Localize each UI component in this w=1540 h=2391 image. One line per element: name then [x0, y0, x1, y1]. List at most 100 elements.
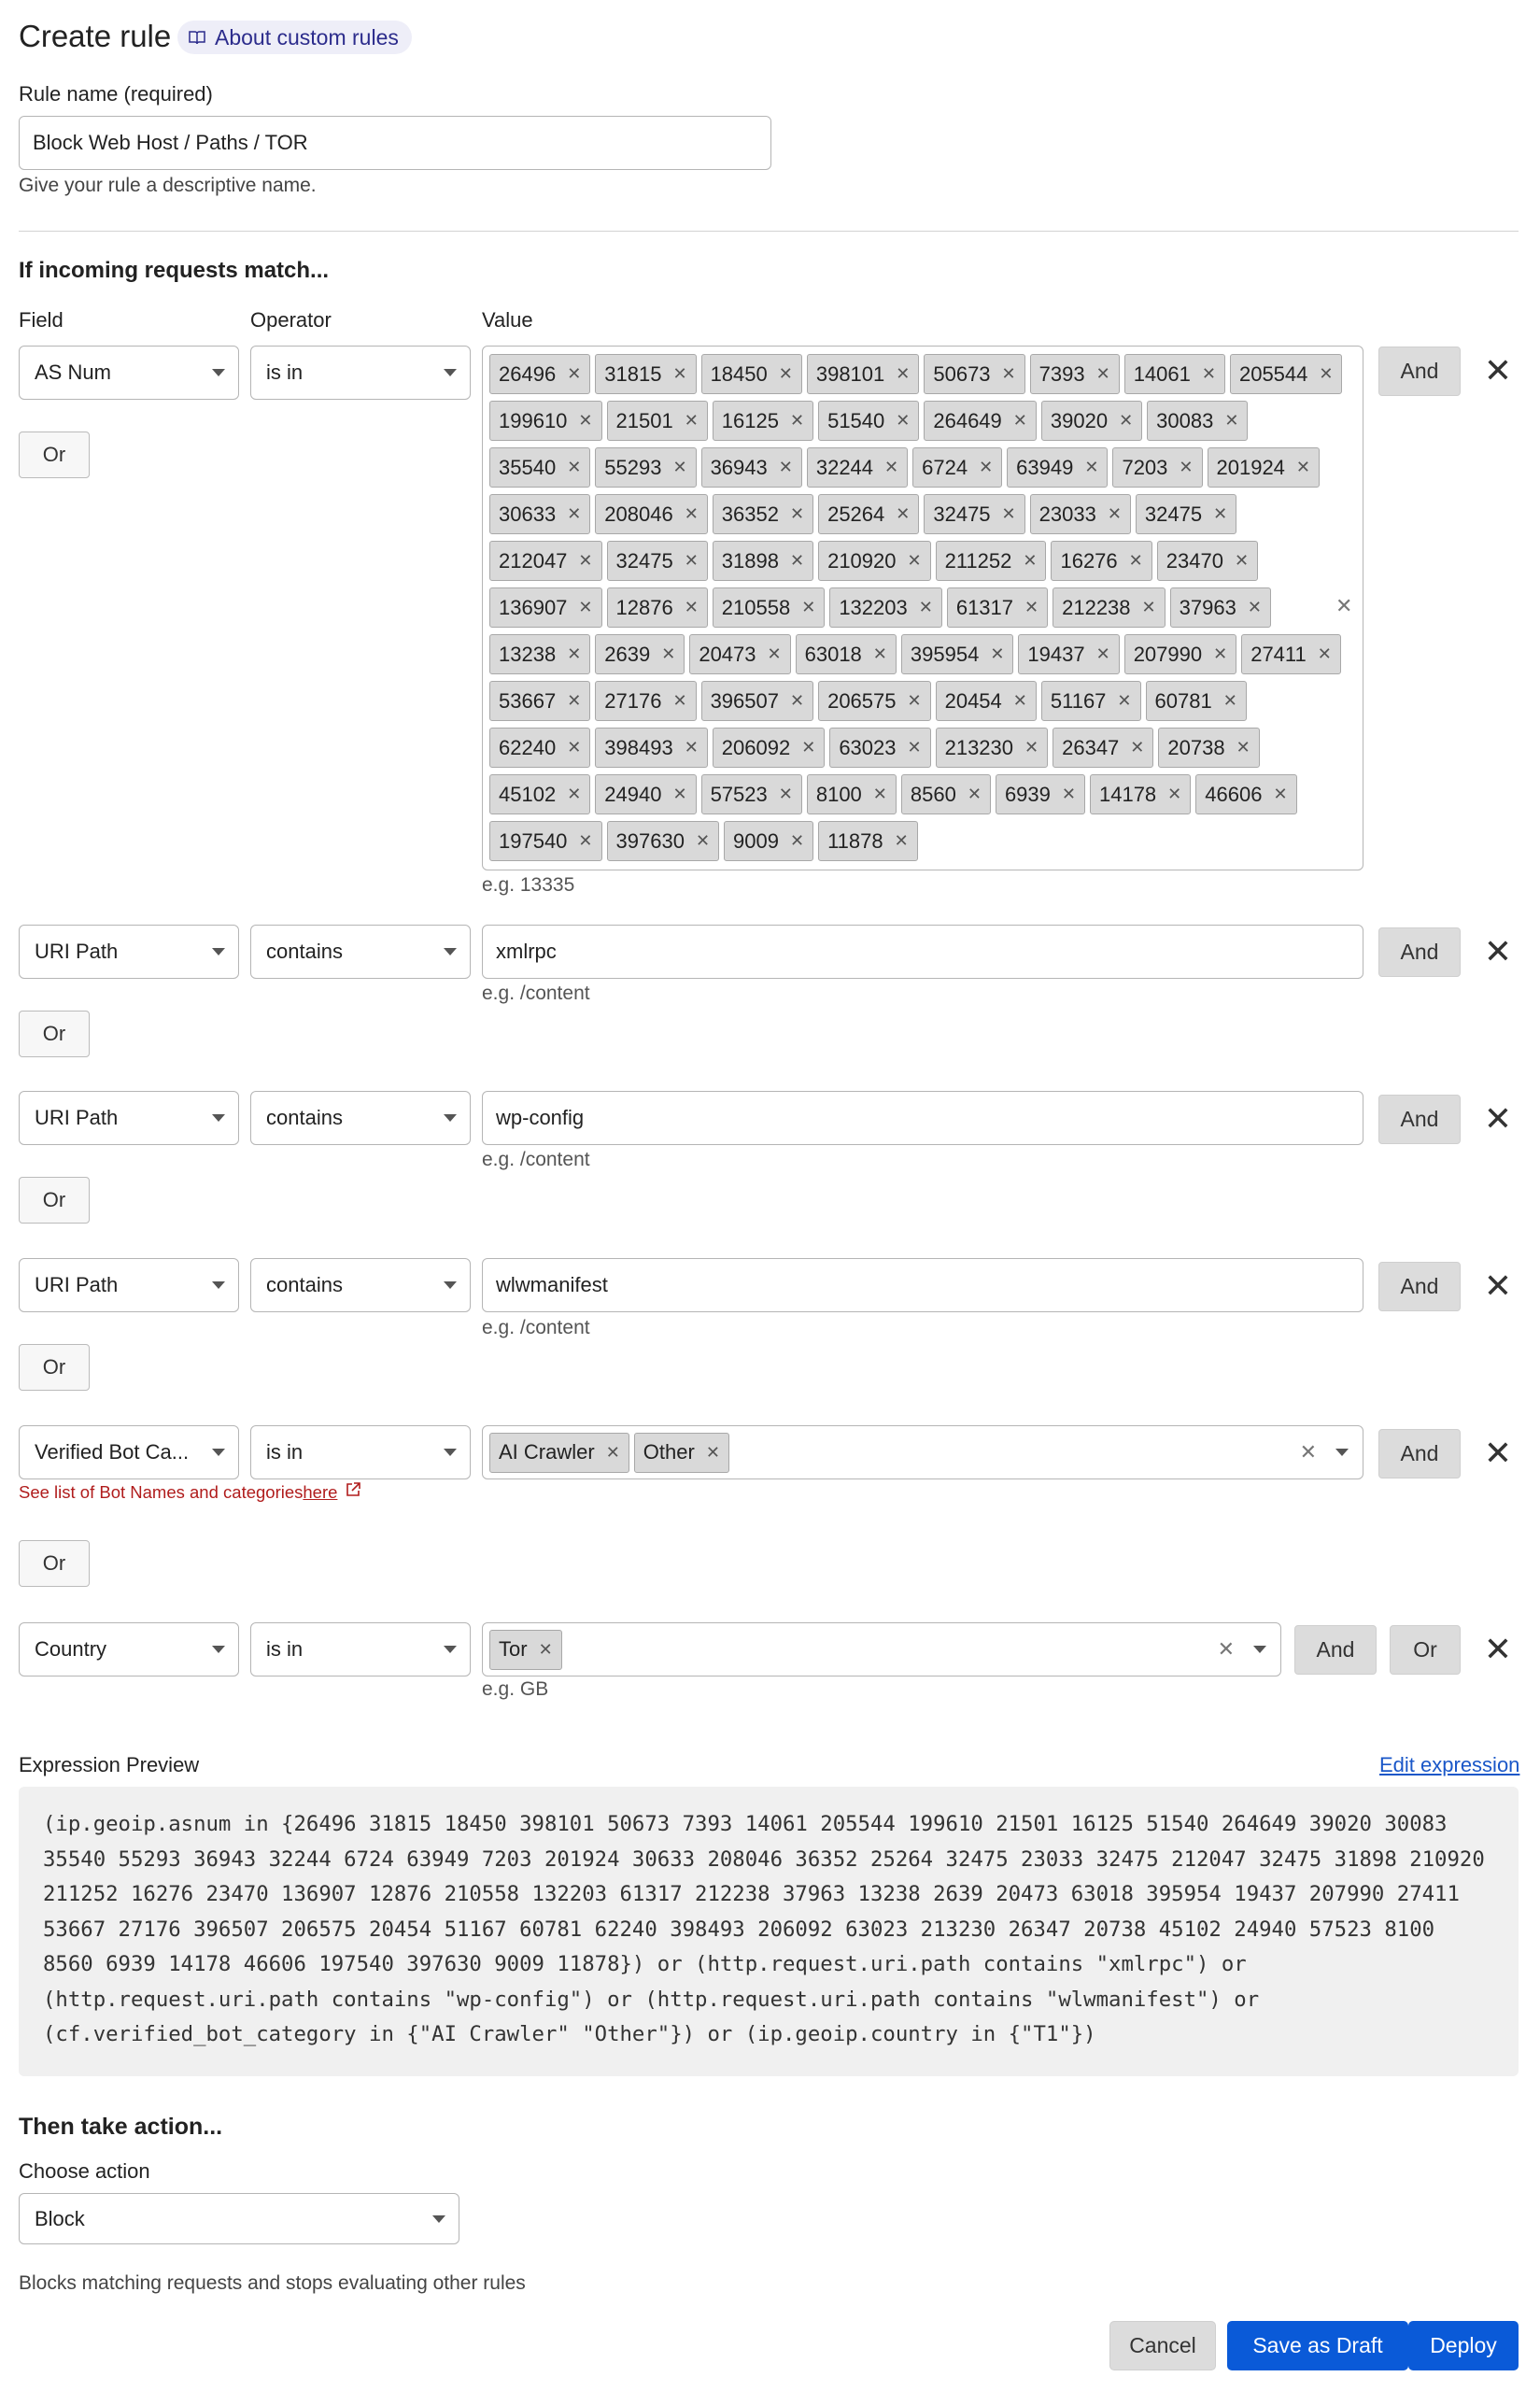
remove-chip-icon[interactable]: ✕ — [1179, 458, 1193, 477]
remove-chip-icon[interactable]: ✕ — [567, 738, 581, 757]
about-custom-rules-link[interactable]: About custom rules — [177, 21, 412, 54]
remove-chip-icon[interactable]: ✕ — [685, 551, 699, 571]
remove-condition-icon[interactable]: ✕ — [1481, 1269, 1515, 1303]
or-button[interactable]: Or — [19, 1540, 90, 1587]
save-as-draft-button[interactable]: Save as Draft — [1227, 2321, 1408, 2370]
or-button[interactable]: Or — [19, 1344, 90, 1391]
remove-chip-icon[interactable]: ✕ — [567, 504, 581, 524]
remove-chip-icon[interactable]: ✕ — [896, 504, 910, 524]
remove-chip-icon[interactable]: ✕ — [672, 364, 686, 384]
remove-chip-icon[interactable]: ✕ — [1129, 551, 1143, 571]
and-button[interactable]: And — [1378, 1429, 1461, 1478]
remove-chip-icon[interactable]: ✕ — [685, 738, 699, 757]
remove-chip-icon[interactable]: ✕ — [567, 644, 581, 664]
remove-chip-icon[interactable]: ✕ — [672, 785, 686, 804]
deploy-button[interactable]: Deploy — [1408, 2321, 1519, 2370]
remove-chip-icon[interactable]: ✕ — [578, 598, 592, 617]
chevron-down-icon[interactable] — [1253, 1646, 1266, 1653]
remove-condition-icon[interactable]: ✕ — [1481, 1102, 1515, 1136]
remove-chip-icon[interactable]: ✕ — [567, 458, 581, 477]
asnum-value-multiselect[interactable]: 26496 ✕ 31815 ✕ 18450 ✕ 398101 ✕ 50673 ✕ 7393 ✕ 1406… — [482, 346, 1363, 870]
field-select-uri-path[interactable]: URI Path — [19, 925, 239, 979]
rule-name-input[interactable]: Block Web Host / Paths / TOR — [19, 116, 771, 170]
remove-chip-icon[interactable]: ✕ — [685, 504, 699, 524]
clear-values-icon[interactable]: ✕ — [1218, 1637, 1235, 1662]
uri-path-value-input[interactable]: wlwmanifest — [482, 1258, 1363, 1312]
remove-chip-icon[interactable]: ✕ — [1223, 691, 1237, 711]
remove-chip-icon[interactable]: ✕ — [873, 644, 887, 664]
remove-chip-icon[interactable]: ✕ — [672, 458, 686, 477]
remove-chip-icon[interactable]: ✕ — [1084, 458, 1098, 477]
cancel-button[interactable]: Cancel — [1109, 2321, 1216, 2370]
remove-chip-icon[interactable]: ✕ — [567, 785, 581, 804]
or-button[interactable]: Or — [19, 432, 90, 478]
edit-expression-link[interactable]: Edit expression — [1379, 1753, 1519, 1777]
remove-chip-icon[interactable]: ✕ — [779, 458, 793, 477]
and-button[interactable]: And — [1378, 1262, 1461, 1311]
remove-chip-icon[interactable]: ✕ — [578, 411, 592, 431]
remove-chip-icon[interactable]: ✕ — [578, 551, 592, 571]
remove-chip-icon[interactable]: ✕ — [1130, 738, 1144, 757]
and-button[interactable]: And — [1294, 1625, 1377, 1675]
operator-select-contains[interactable]: contains — [250, 1091, 471, 1145]
remove-chip-icon[interactable]: ✕ — [1202, 364, 1216, 384]
remove-chip-icon[interactable]: ✕ — [1062, 785, 1076, 804]
remove-chip-icon[interactable]: ✕ — [1024, 738, 1038, 757]
bot-names-here-link[interactable]: here — [303, 1482, 337, 1503]
remove-chip-icon[interactable]: ✕ — [1235, 551, 1249, 571]
remove-condition-icon[interactable]: ✕ — [1481, 1633, 1515, 1666]
field-select-uri-path[interactable]: URI Path — [19, 1258, 239, 1312]
remove-chip-icon[interactable]: ✕ — [790, 504, 804, 524]
remove-chip-icon[interactable]: ✕ — [790, 551, 804, 571]
remove-chip-icon[interactable]: ✕ — [661, 644, 675, 664]
remove-chip-icon[interactable]: ✕ — [1248, 598, 1262, 617]
remove-chip-icon[interactable]: ✕ — [685, 598, 699, 617]
field-select-verified-bot-category[interactable]: Verified Bot Ca... — [19, 1425, 239, 1479]
remove-chip-icon[interactable]: ✕ — [779, 785, 793, 804]
remove-chip-icon[interactable]: ✕ — [801, 738, 815, 757]
remove-chip-icon[interactable]: ✕ — [908, 551, 922, 571]
chevron-down-icon[interactable] — [1335, 1449, 1349, 1456]
remove-chip-icon[interactable]: ✕ — [1296, 458, 1310, 477]
remove-chip-icon[interactable]: ✕ — [896, 364, 910, 384]
remove-chip-icon[interactable]: ✕ — [790, 831, 804, 851]
remove-chip-icon[interactable]: ✕ — [1117, 691, 1131, 711]
remove-chip-icon[interactable]: ✕ — [873, 785, 887, 804]
and-button[interactable]: And — [1378, 927, 1461, 977]
remove-chip-icon[interactable]: ✕ — [567, 691, 581, 711]
country-multiselect[interactable]: Tor ✕ ✕ — [482, 1622, 1281, 1677]
remove-chip-icon[interactable]: ✕ — [1167, 785, 1181, 804]
remove-chip-icon[interactable]: ✕ — [884, 458, 898, 477]
field-select-country[interactable]: Country — [19, 1622, 239, 1677]
remove-chip-icon[interactable]: ✕ — [539, 1640, 553, 1660]
remove-chip-icon[interactable]: ✕ — [1013, 411, 1027, 431]
field-select-asnum[interactable]: AS Num — [19, 346, 239, 400]
remove-chip-icon[interactable]: ✕ — [1024, 598, 1038, 617]
remove-chip-icon[interactable]: ✕ — [979, 458, 993, 477]
field-select-uri-path[interactable]: URI Path — [19, 1091, 239, 1145]
bot-category-multiselect[interactable]: AI Crawler ✕ Other ✕ ✕ — [482, 1425, 1363, 1479]
remove-chip-icon[interactable]: ✕ — [1096, 364, 1110, 384]
remove-condition-icon[interactable]: ✕ — [1481, 935, 1515, 969]
remove-chip-icon[interactable]: ✕ — [1213, 644, 1227, 664]
remove-chip-icon[interactable]: ✕ — [801, 598, 815, 617]
remove-chip-icon[interactable]: ✕ — [1002, 504, 1016, 524]
remove-chip-icon[interactable]: ✕ — [1023, 551, 1037, 571]
operator-select-contains[interactable]: contains — [250, 1258, 471, 1312]
remove-chip-icon[interactable]: ✕ — [578, 831, 592, 851]
remove-chip-icon[interactable]: ✕ — [1013, 691, 1027, 711]
remove-chip-icon[interactable]: ✕ — [1096, 644, 1110, 664]
remove-chip-icon[interactable]: ✕ — [1273, 785, 1287, 804]
remove-chip-icon[interactable]: ✕ — [990, 644, 1004, 664]
remove-chip-icon[interactable]: ✕ — [1002, 364, 1016, 384]
remove-chip-icon[interactable]: ✕ — [1236, 738, 1250, 757]
remove-chip-icon[interactable]: ✕ — [790, 691, 804, 711]
remove-chip-icon[interactable]: ✕ — [606, 1443, 620, 1463]
or-button[interactable]: Or — [19, 1011, 90, 1057]
remove-chip-icon[interactable]: ✕ — [919, 598, 933, 617]
remove-chip-icon[interactable]: ✕ — [908, 738, 922, 757]
remove-chip-icon[interactable]: ✕ — [1213, 504, 1227, 524]
remove-chip-icon[interactable]: ✕ — [696, 831, 710, 851]
remove-condition-icon[interactable]: ✕ — [1481, 1436, 1515, 1470]
remove-chip-icon[interactable]: ✕ — [1108, 504, 1122, 524]
